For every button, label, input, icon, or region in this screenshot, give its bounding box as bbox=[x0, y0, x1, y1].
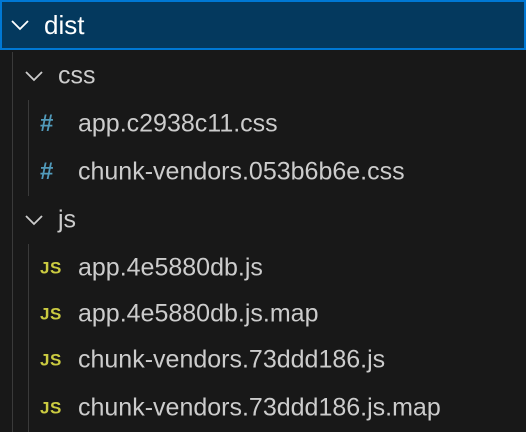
chevron-down-icon bbox=[25, 71, 43, 82]
file-name: app.c2938c11.css bbox=[78, 109, 278, 138]
file-item[interactable]: JS app.4e5880db.js.map bbox=[0, 290, 526, 338]
css-file-icon: # bbox=[40, 110, 54, 137]
css-file-icon: # bbox=[40, 158, 54, 185]
file-item[interactable]: JS app.4e5880db.js bbox=[0, 244, 526, 292]
folder-label: js bbox=[58, 205, 77, 234]
file-item[interactable]: # chunk-vendors.053b6b6e.css bbox=[0, 148, 526, 196]
chevron-down-icon bbox=[11, 20, 29, 31]
folder-label: dist bbox=[44, 10, 85, 40]
folder-dist[interactable]: dist bbox=[0, 0, 526, 50]
js-file-icon: JS bbox=[40, 304, 62, 324]
file-name: chunk-vendors.73ddd186.js.map bbox=[78, 393, 441, 422]
js-file-icon: JS bbox=[40, 398, 62, 418]
file-name: app.4e5880db.js.map bbox=[78, 299, 319, 328]
file-name: app.4e5880db.js bbox=[78, 253, 263, 282]
folder-css[interactable]: css bbox=[0, 52, 526, 100]
file-name: chunk-vendors.73ddd186.js bbox=[78, 345, 386, 374]
chevron-down-icon bbox=[25, 215, 43, 226]
file-explorer-tree: dist css # app.c2938c11.css # chunk-vend… bbox=[0, 0, 526, 432]
js-file-icon: JS bbox=[40, 258, 62, 278]
file-item[interactable]: JS chunk-vendors.73ddd186.js.map bbox=[0, 384, 526, 432]
folder-label: css bbox=[58, 61, 96, 90]
js-file-icon: JS bbox=[40, 350, 62, 370]
file-item[interactable]: JS chunk-vendors.73ddd186.js bbox=[0, 336, 526, 384]
file-item[interactable]: # app.c2938c11.css bbox=[0, 100, 526, 148]
file-name: chunk-vendors.053b6b6e.css bbox=[78, 157, 405, 186]
folder-js[interactable]: js bbox=[0, 196, 526, 244]
